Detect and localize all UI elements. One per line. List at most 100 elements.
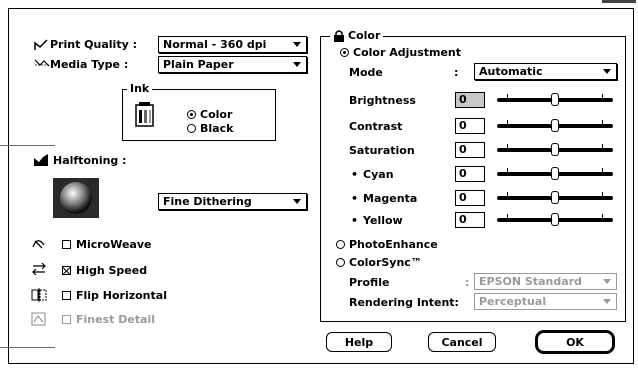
- radio-selected-icon: [187, 110, 196, 119]
- flip-horizontal-icon: [31, 288, 47, 305]
- brightness-slider[interactable]: [497, 92, 613, 108]
- halftoning-popup[interactable]: Fine Dithering: [158, 193, 307, 210]
- print-quality-value: Normal - 360 dpi: [163, 38, 267, 51]
- chevron-down-icon: [603, 69, 611, 74]
- microweave-checkbox[interactable]: MicroWeave: [62, 238, 151, 251]
- mode-colon: :: [454, 66, 459, 79]
- ink-option-color-label: Color: [200, 108, 233, 121]
- chevron-down-icon: [603, 299, 611, 304]
- magenta-value[interactable]: 0: [455, 190, 485, 206]
- rendering-intent-label: Rendering Intent:: [349, 296, 459, 309]
- mode-popup[interactable]: Automatic: [474, 63, 617, 80]
- print-quality-label: Print Quality :: [50, 38, 137, 51]
- chevron-down-icon: [293, 42, 301, 47]
- high-speed-icon: [32, 262, 46, 278]
- cyan-dot-icon: •: [351, 168, 359, 181]
- colorsync-radio[interactable]: ColorSync™: [336, 256, 422, 269]
- flip-horizontal-checkbox[interactable]: Flip Horizontal: [62, 289, 167, 302]
- photo-enhance-label: PhotoEnhance: [349, 238, 438, 251]
- ink-option-black-label: Black: [200, 122, 234, 135]
- radio-empty-icon: [336, 258, 345, 267]
- radio-selected-icon: [340, 48, 349, 57]
- magenta-slider[interactable]: [497, 190, 613, 206]
- checkbox-checked-icon: [62, 266, 71, 275]
- finest-detail-checkbox: Finest Detail: [62, 313, 155, 326]
- cyan-label-text: Cyan: [363, 168, 394, 181]
- slider-thumb[interactable]: [551, 143, 559, 156]
- finest-detail-label: Finest Detail: [76, 313, 156, 326]
- saturation-slider[interactable]: [497, 142, 613, 158]
- media-type-value: Plain Paper: [163, 58, 234, 71]
- profile-colon: :: [465, 276, 470, 289]
- contrast-label: Contrast: [349, 120, 403, 133]
- ink-option-color[interactable]: Color: [187, 108, 232, 121]
- magenta-label: • Magenta: [351, 192, 417, 205]
- media-type-icon: [34, 58, 50, 71]
- media-type-popup[interactable]: Plain Paper: [158, 56, 307, 73]
- brightness-value[interactable]: 0: [455, 92, 485, 108]
- color-adjustment-radio[interactable]: Color Adjustment: [340, 46, 461, 59]
- color-group-title: Color: [330, 29, 384, 42]
- rendering-intent-popup: Perceptual: [474, 293, 617, 310]
- print-quality-popup[interactable]: Normal - 360 dpi: [158, 36, 307, 53]
- high-speed-label: High Speed: [76, 264, 148, 277]
- callout-line-bottom: [0, 347, 55, 348]
- colorsync-label: ColorSync™: [349, 256, 422, 269]
- radio-empty-icon: [187, 124, 196, 133]
- halftoning-value: Fine Dithering: [163, 195, 252, 208]
- slider-thumb[interactable]: [551, 93, 559, 106]
- halftoning-label: Halftoning :: [53, 154, 127, 167]
- halftoning-icon: [33, 153, 49, 170]
- color-group-title-text: Color: [348, 29, 381, 42]
- media-type-label: Media Type :: [50, 58, 129, 71]
- photo-enhance-radio[interactable]: PhotoEnhance: [336, 238, 438, 251]
- yellow-slider[interactable]: [497, 212, 613, 228]
- checkbox-empty-icon: [62, 240, 71, 249]
- yellow-value[interactable]: 0: [455, 212, 485, 228]
- rendering-intent-value: Perceptual: [479, 295, 547, 308]
- brightness-label: Brightness: [349, 94, 416, 107]
- cancel-button[interactable]: Cancel: [428, 332, 496, 352]
- lock-icon: [334, 29, 344, 42]
- microweave-icon: [32, 237, 46, 252]
- slider-thumb[interactable]: [551, 119, 559, 132]
- yellow-dot-icon: •: [351, 214, 359, 227]
- yellow-label-text: Yellow: [363, 214, 403, 227]
- window-edge-mark: [602, 0, 636, 3]
- contrast-value[interactable]: 0: [455, 118, 485, 134]
- saturation-value[interactable]: 0: [455, 142, 485, 158]
- chevron-down-icon: [293, 62, 301, 67]
- print-quality-icon: [34, 39, 48, 54]
- slider-thumb[interactable]: [551, 191, 559, 204]
- ink-group-title: Ink: [127, 82, 153, 95]
- ink-option-black[interactable]: Black: [187, 122, 233, 135]
- color-adjustment-label: Color Adjustment: [353, 46, 462, 59]
- ok-button[interactable]: OK: [535, 330, 615, 354]
- cyan-slider[interactable]: [497, 166, 613, 182]
- cyan-value[interactable]: 0: [455, 166, 485, 182]
- magenta-label-text: Magenta: [363, 192, 418, 205]
- chevron-down-icon: [293, 199, 301, 204]
- high-speed-checkbox[interactable]: High Speed: [62, 264, 147, 277]
- profile-value: EPSON Standard: [479, 275, 582, 288]
- chevron-down-icon: [603, 279, 611, 284]
- saturation-label: Saturation: [349, 144, 415, 157]
- finest-detail-icon: [31, 312, 47, 329]
- mode-value: Automatic: [479, 65, 543, 78]
- checkbox-empty-icon: [62, 291, 71, 300]
- profile-label: Profile: [349, 276, 390, 289]
- slider-thumb[interactable]: [551, 167, 559, 180]
- mode-label: Mode: [349, 66, 383, 79]
- help-button[interactable]: Help: [326, 332, 392, 352]
- slider-thumb[interactable]: [551, 213, 559, 226]
- cyan-label: • Cyan: [351, 168, 394, 181]
- yellow-label: • Yellow: [351, 214, 403, 227]
- checkbox-disabled-icon: [62, 315, 71, 324]
- halftone-preview-image: [53, 178, 99, 221]
- profile-popup: EPSON Standard: [474, 273, 617, 290]
- microweave-label: MicroWeave: [76, 238, 152, 251]
- contrast-slider[interactable]: [497, 118, 613, 134]
- callout-line-top: [0, 145, 55, 146]
- magenta-dot-icon: •: [351, 192, 359, 205]
- flip-horizontal-label: Flip Horizontal: [76, 289, 167, 302]
